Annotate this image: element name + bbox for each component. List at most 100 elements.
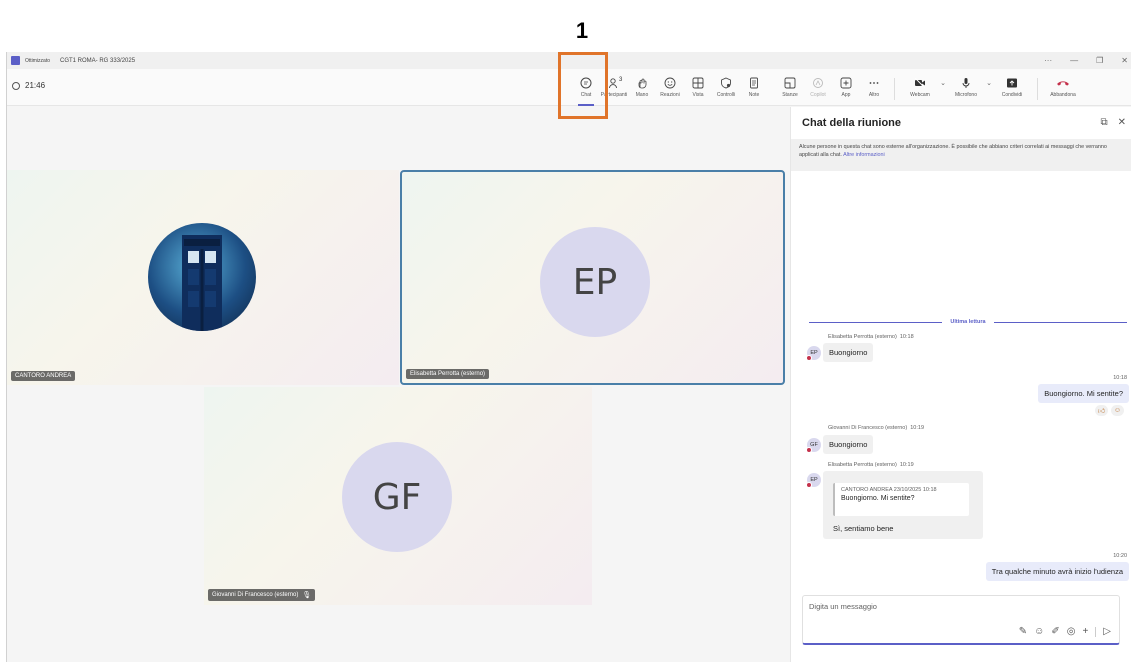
message-time: 10:18 <box>1113 375 1127 381</box>
pop-out-icon[interactable]: ⧉ <box>1100 117 1107 128</box>
muted-microphone-icon: 🎙︎ <box>302 592 312 599</box>
participant-name-tag: Elisabetta Perrotta (esterno) <box>406 369 490 379</box>
message-time: 10:19 <box>910 425 924 431</box>
minimize-button[interactable]: — <box>1070 56 1078 65</box>
message-composer: ✎ ☺ ✐ ◎ + ▷ <box>802 595 1120 645</box>
message-text: Sì, sentiamo bene <box>833 524 894 533</box>
more-button[interactable]: Altro <box>860 73 888 105</box>
reaction-icon[interactable]: ☺︎ <box>1111 405 1124 416</box>
emoji-icon[interactable]: ☺ <box>1034 626 1044 637</box>
message-meta: Giovanni Di Francesco (esterno) 10:19 <box>828 425 924 431</box>
smiley-icon <box>664 77 676 89</box>
window-controls: ··· — ❐ ✕ <box>1044 52 1128 69</box>
avatar-initials: EP <box>810 477 818 483</box>
participants-button[interactable]: 3 Partecipanti <box>600 73 628 105</box>
message-reactions[interactable]: 👍︎ ☺︎ <box>1095 405 1124 416</box>
controls-button[interactable]: Controlli <box>712 73 740 105</box>
more-options-icon[interactable]: ··· <box>1044 56 1052 65</box>
add-icon[interactable]: + <box>1082 626 1088 637</box>
notes-button[interactable]: Note <box>740 73 768 105</box>
rooms-button[interactable]: Stanze <box>776 73 804 105</box>
format-icon[interactable]: ✎ <box>1019 626 1027 637</box>
webcam-label: Webcam <box>910 92 930 98</box>
message-input[interactable] <box>809 602 1109 611</box>
participants-label: Partecipanti <box>600 92 628 98</box>
message-sender: Giovanni Di Francesco (esterno) <box>828 425 908 431</box>
chat-message-outgoing: Tra qualche minuto avrà inizio l'udienza <box>985 562 1129 581</box>
title-bar: Ottimizzato CGT1 ROMA- RG 333/2025 ··· —… <box>7 52 1131 69</box>
view-button[interactable]: Vista <box>684 73 712 105</box>
thumbs-up-icon[interactable]: 👍︎ <box>1095 405 1108 416</box>
microphone-label: Microfono <box>955 92 977 98</box>
participant-name: Giovanni Di Francesco (esterno) <box>212 592 299 598</box>
copilot-label: Copilot <box>810 92 826 98</box>
view-label: Vista <box>692 92 704 98</box>
breakout-rooms-icon <box>784 77 796 89</box>
chat-label: Chat <box>580 92 592 98</box>
copilot-icon <box>813 78 823 88</box>
hang-up-icon <box>1057 81 1069 86</box>
screen: 1 Ottimizzato CGT1 ROMA- RG 333/2025 ···… <box>0 0 1131 662</box>
chat-panel-actions: ⧉ ✕ <box>1100 117 1126 128</box>
webcam-button[interactable]: Webcam <box>901 73 939 105</box>
participant-avatar: GF <box>342 442 452 552</box>
sticker-icon[interactable]: ✐ <box>1051 626 1059 637</box>
apps-label: App <box>841 92 851 98</box>
participant-tile-perrotta[interactable]: EP Elisabetta Perrotta (esterno) <box>400 170 785 385</box>
close-window-button[interactable]: ✕ <box>1121 56 1128 65</box>
sender-avatar: EP <box>806 346 821 361</box>
quoted-message[interactable]: CANTORO ANDREA 23/10/2025 10:18 Buongior… <box>833 483 969 516</box>
message-meta: Elisabetta Perrotta (esterno) 10:18 <box>828 334 914 340</box>
chat-message: Buongiorno <box>823 435 874 454</box>
raise-hand-button[interactable]: Mano <box>628 73 656 105</box>
rooms-label: Stanze <box>782 92 798 98</box>
chat-message-outgoing: Buongiorno. Mi sentite? <box>1038 384 1129 403</box>
send-icon[interactable]: ▷ <box>1103 626 1111 637</box>
teams-logo-icon <box>11 56 20 65</box>
more-info-link[interactable]: Altre informazioni <box>843 152 885 158</box>
add-app-icon <box>840 77 852 89</box>
apps-button[interactable]: App <box>832 73 860 105</box>
participant-tile-difrancesco[interactable]: GF Giovanni Di Francesco (esterno) 🎙︎ <box>204 387 592 605</box>
controls-label: Controlli <box>716 92 736 98</box>
reactions-button[interactable]: Reazioni <box>656 73 684 105</box>
close-icon[interactable]: ✕ <box>1118 117 1126 128</box>
chat-panel-title: Chat della riunione <box>802 117 902 129</box>
grid-icon <box>692 77 704 89</box>
sender-avatar: EP <box>806 473 821 488</box>
presence-dot <box>806 447 812 453</box>
presence-dot <box>806 355 812 361</box>
microphone-options-chevron-icon[interactable]: ⌄ <box>985 79 993 105</box>
restore-button[interactable]: ❐ <box>1096 56 1103 65</box>
microphone-button[interactable]: Microfono <box>947 73 985 105</box>
participant-name-tag: Giovanni Di Francesco (esterno) 🎙︎ <box>208 589 316 601</box>
external-participants-notice: Alcune persone in questa chat sono ester… <box>791 139 1131 171</box>
teams-meeting-window: Ottimizzato CGT1 ROMA- RG 333/2025 ··· —… <box>6 52 1131 662</box>
webcam-options-chevron-icon[interactable]: ⌄ <box>939 79 947 105</box>
chat-button[interactable]: Chat <box>572 73 600 106</box>
participant-avatar: EP <box>540 227 650 337</box>
annotation-number: 1 <box>575 18 589 43</box>
meeting-chat-panel: Chat della riunione ⧉ ✕ Alcune persone i… <box>790 107 1131 662</box>
share-label: Condividi <box>1001 92 1023 98</box>
presence-dot <box>806 482 812 488</box>
message-meta: Elisabetta Perrotta (esterno) 10:19 <box>828 462 914 468</box>
composer-divider <box>1095 626 1097 637</box>
last-read-divider: Ultima lettura <box>809 317 1127 327</box>
video-stage: CANTORO ANDREA EP Elisabetta Perrotta (e… <box>7 107 789 662</box>
copilot-button[interactable]: Copilot <box>804 73 832 105</box>
composer-actions: ✎ ☺ ✐ ◎ + ▷ <box>1019 626 1111 637</box>
shield-settings-icon <box>721 77 731 89</box>
quote-text: Buongiorno. Mi sentite? <box>841 495 915 502</box>
hand-label: Mano <box>635 92 649 98</box>
shield-icon <box>12 81 20 90</box>
notes-label: Note <box>748 92 760 98</box>
share-button[interactable]: Condividi <box>993 73 1031 105</box>
message-sender: Elisabetta Perrotta (esterno) <box>828 462 897 468</box>
toolbar-buttons: Chat 3 Partecipanti Mano Reazioni Vista … <box>572 73 1082 106</box>
participant-tile-cantoro[interactable]: CANTORO ANDREA <box>7 170 399 385</box>
chat-message-with-quote: CANTORO ANDREA 23/10/2025 10:18 Buongior… <box>823 471 983 539</box>
leave-button[interactable]: Abbandona <box>1044 73 1082 105</box>
loop-icon[interactable]: ◎ <box>1067 626 1076 637</box>
quote-header: CANTORO ANDREA 23/10/2025 10:18 <box>841 487 937 493</box>
